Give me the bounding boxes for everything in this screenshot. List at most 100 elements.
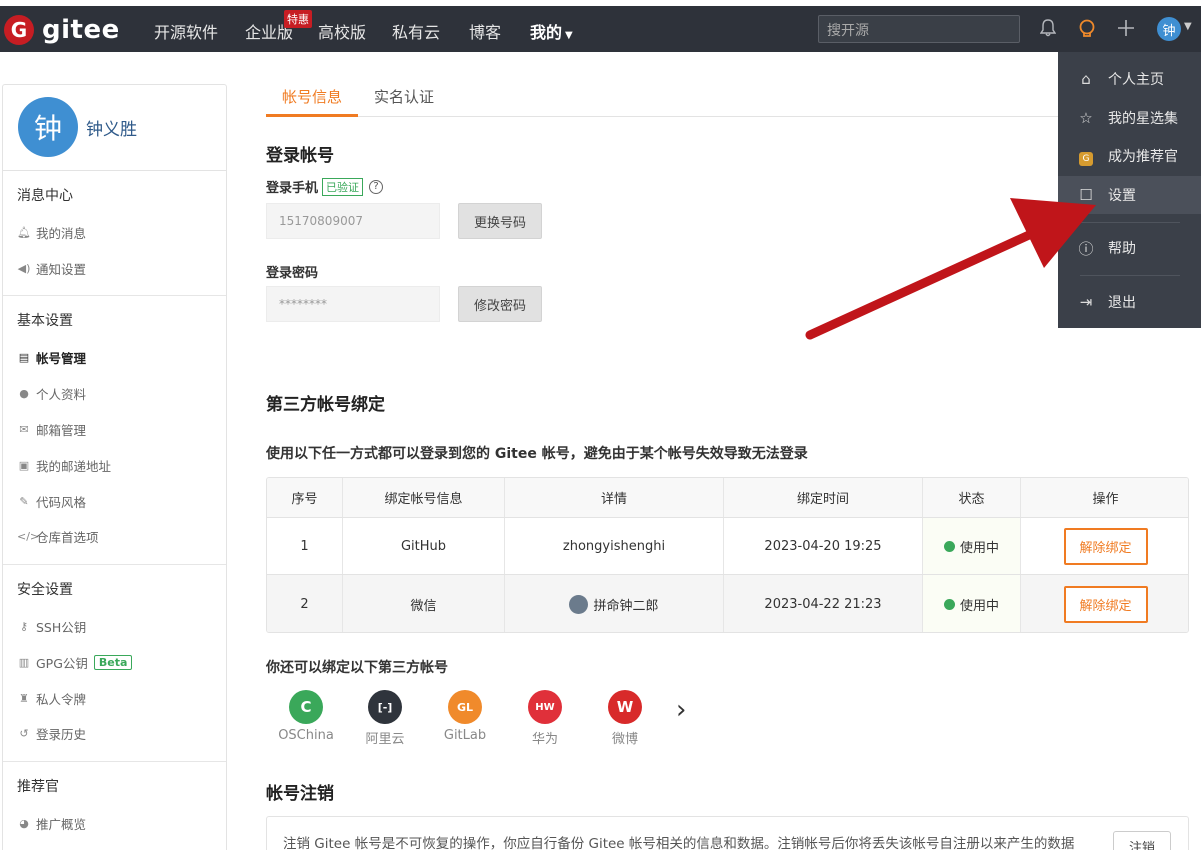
menu-item-home[interactable]: ⌂ 个人主页 — [1058, 60, 1201, 98]
mail-icon: ✉ — [19, 423, 29, 436]
sidebar-item-label: GPG公钥 — [36, 656, 88, 671]
provider-name: 微博 — [611, 732, 638, 747]
row-action: 解除绑定 — [1021, 575, 1188, 632]
provider-oschina[interactable]: C OSChina — [276, 690, 336, 743]
third-party-description: 使用以下任一方式都可以登录到您的 Gitee 帐号，避免由于某个帐号失效导致无法… — [266, 446, 808, 462]
nav-private-cloud[interactable]: 私有云 — [392, 19, 440, 43]
sidebar-divider — [3, 761, 226, 762]
sidebar-item-address[interactable]: ▣ 我的邮递地址 — [17, 456, 111, 475]
sidebar-item-login-history[interactable]: ↺ 登录历史 — [17, 724, 86, 743]
sidebar-item-account[interactable]: ▤ 帐号管理 — [17, 348, 86, 367]
star-icon: ☆ — [1079, 109, 1093, 127]
sidebar-item-my-messages[interactable]: 🔔︎ 我的消息 — [17, 223, 86, 242]
provider-gitlab[interactable]: GL GitLab — [435, 690, 495, 743]
sidebar-group-messages: 消息中心 — [17, 188, 73, 204]
table-header-cell: 详情 — [505, 478, 724, 517]
cancel-account-button[interactable]: 注销 — [1113, 831, 1171, 850]
menu-item-stars[interactable]: ☆ 我的星选集 — [1058, 99, 1201, 137]
key-icon: ⚷ — [19, 620, 29, 633]
bindings-table: 序号 绑定帐号信息 详情 绑定时间 状态 操作 1 GitHub zhongyi… — [266, 477, 1189, 633]
table-header-cell: 绑定帐号信息 — [343, 478, 505, 517]
table-header-row: 序号 绑定帐号信息 详情 绑定时间 状态 操作 — [267, 478, 1188, 518]
menu-item-label: 我的星选集 — [1108, 111, 1178, 127]
phone-label-row: 登录手机 已验证 ? — [266, 177, 384, 196]
sidebar-item-profile[interactable]: ● 个人资料 — [17, 384, 86, 403]
provider-name: 阿里云 — [365, 732, 405, 747]
sidebar-item-email[interactable]: ✉ 邮箱管理 — [17, 420, 86, 439]
gitee-logo-icon: G — [4, 15, 34, 45]
menu-item-label: 设置 — [1108, 188, 1136, 204]
row-time: 2023-04-22 21:23 — [724, 575, 923, 632]
gauge-icon: ◕ — [19, 817, 29, 830]
active-tab-indicator — [266, 114, 358, 117]
bell-icon[interactable] — [1039, 19, 1057, 42]
sidebar-item-promo-overview[interactable]: ◕ 推广概览 — [17, 814, 86, 833]
profile-name[interactable]: 钟义胜 — [86, 115, 137, 140]
sidebar-item-tokens[interactable]: ♜ 私人令牌 — [17, 689, 86, 708]
search-input[interactable]: 搜开源 — [818, 15, 1020, 43]
status-text: 使用中 — [959, 598, 999, 614]
weibo-icon: W — [608, 690, 642, 724]
home-icon: ⌂ — [1081, 70, 1091, 88]
menu-item-logout[interactable]: ⇥ 退出 — [1058, 283, 1201, 321]
lightbulb-icon[interactable] — [1078, 19, 1096, 44]
avatar-chevron-down-icon[interactable]: ▼ — [1184, 21, 1192, 32]
nav-university[interactable]: 高校版 — [318, 19, 366, 43]
unbind-button[interactable]: 解除绑定 — [1063, 585, 1148, 623]
menu-item-settings[interactable]: ☐ 设置 — [1058, 176, 1201, 214]
gitlab-icon: GL — [448, 690, 482, 724]
sidebar-item-notification-settings[interactable]: ◀) 通知设置 — [17, 259, 86, 278]
nav-mine-label: 我的 — [530, 23, 563, 42]
tab-real-name[interactable]: 实名认证 — [374, 86, 434, 107]
sidebar-item-repo-preferences[interactable]: </> 仓库首选项 — [17, 527, 99, 546]
sidebar-item-label: 仓库首选项 — [36, 530, 99, 545]
token-icon: ♜ — [19, 692, 29, 705]
sidebar-item-label: 我的邮递地址 — [36, 459, 112, 474]
menu-item-label: 成为推荐官 — [1108, 149, 1178, 165]
tab-account-info[interactable]: 帐号信息 — [282, 86, 342, 107]
table-header-cell: 序号 — [267, 478, 343, 517]
sidebar-item-ssh[interactable]: ⚷ SSH公钥 — [17, 617, 86, 636]
bell-icon: 🔔︎ — [17, 226, 31, 239]
sidebar-item-label: 帐号管理 — [36, 351, 87, 366]
menu-item-recommender[interactable]: G 成为推荐官 — [1058, 137, 1201, 175]
sidebar-item-code-style[interactable]: ✎ 代码风格 — [17, 492, 86, 511]
plus-icon[interactable] — [1117, 19, 1135, 42]
nav-open-source[interactable]: 开源软件 — [154, 19, 218, 43]
huawei-icon: HW — [528, 690, 562, 724]
status-dot-icon — [943, 540, 955, 552]
nav-blog[interactable]: 博客 — [469, 19, 501, 43]
user-icon: ● — [19, 387, 29, 400]
password-field: ******** — [266, 286, 440, 322]
menu-divider — [1080, 275, 1180, 276]
history-icon: ↺ — [19, 727, 29, 740]
sidebar-item-label: 我的消息 — [36, 226, 87, 241]
chevron-right-icon[interactable]: › — [676, 695, 686, 725]
login-section-title: 登录帐号 — [266, 146, 334, 166]
unbind-button[interactable]: 解除绑定 — [1063, 527, 1148, 565]
menu-item-help[interactable]: ⓘ 帮助 — [1058, 229, 1201, 267]
user-dropdown-menu: ⌂ 个人主页 ☆ 我的星选集 G 成为推荐官 ☐ 设置 ⓘ 帮助 ⇥ 退出 — [1058, 52, 1201, 328]
help-icon: ⓘ — [1078, 239, 1094, 258]
gitee-logo[interactable]: G gitee — [4, 15, 120, 45]
provider-huawei[interactable]: HW 华为 — [515, 690, 575, 747]
cancel-notice-text: 注销 Gitee 帐号是不可恢复的操作，你应自行备份 Gitee 帐号相关的信息… — [283, 836, 1075, 850]
sidebar-item-label: 登录历史 — [36, 727, 87, 742]
profile-avatar[interactable]: 钟 — [18, 97, 78, 157]
sidebar-item-gpg[interactable]: ▥ GPG公钥 Beta — [17, 653, 133, 672]
row-status: 使用中 — [923, 575, 1021, 632]
row-detail: 拼命钟二郎 — [505, 575, 724, 632]
gitee-logo-text: gitee — [42, 15, 120, 45]
cancel-section-title: 帐号注销 — [266, 784, 334, 804]
provider-weibo[interactable]: W 微博 — [595, 690, 655, 747]
sidebar-group-security: 安全设置 — [17, 582, 73, 598]
sidebar-item-label: SSH公钥 — [36, 620, 87, 635]
user-avatar[interactable]: 钟 — [1157, 17, 1181, 41]
change-password-button[interactable]: 修改密码 — [458, 286, 542, 322]
nav-mine[interactable]: 我的 ▼ — [530, 19, 573, 43]
sidebar-group-recommender: 推荐官 — [17, 779, 59, 795]
sidebar-item-label: 邮箱管理 — [36, 423, 87, 438]
provider-aliyun[interactable]: [-] 阿里云 — [355, 690, 415, 747]
change-phone-button[interactable]: 更换号码 — [458, 203, 542, 239]
help-icon[interactable]: ? — [369, 179, 384, 194]
